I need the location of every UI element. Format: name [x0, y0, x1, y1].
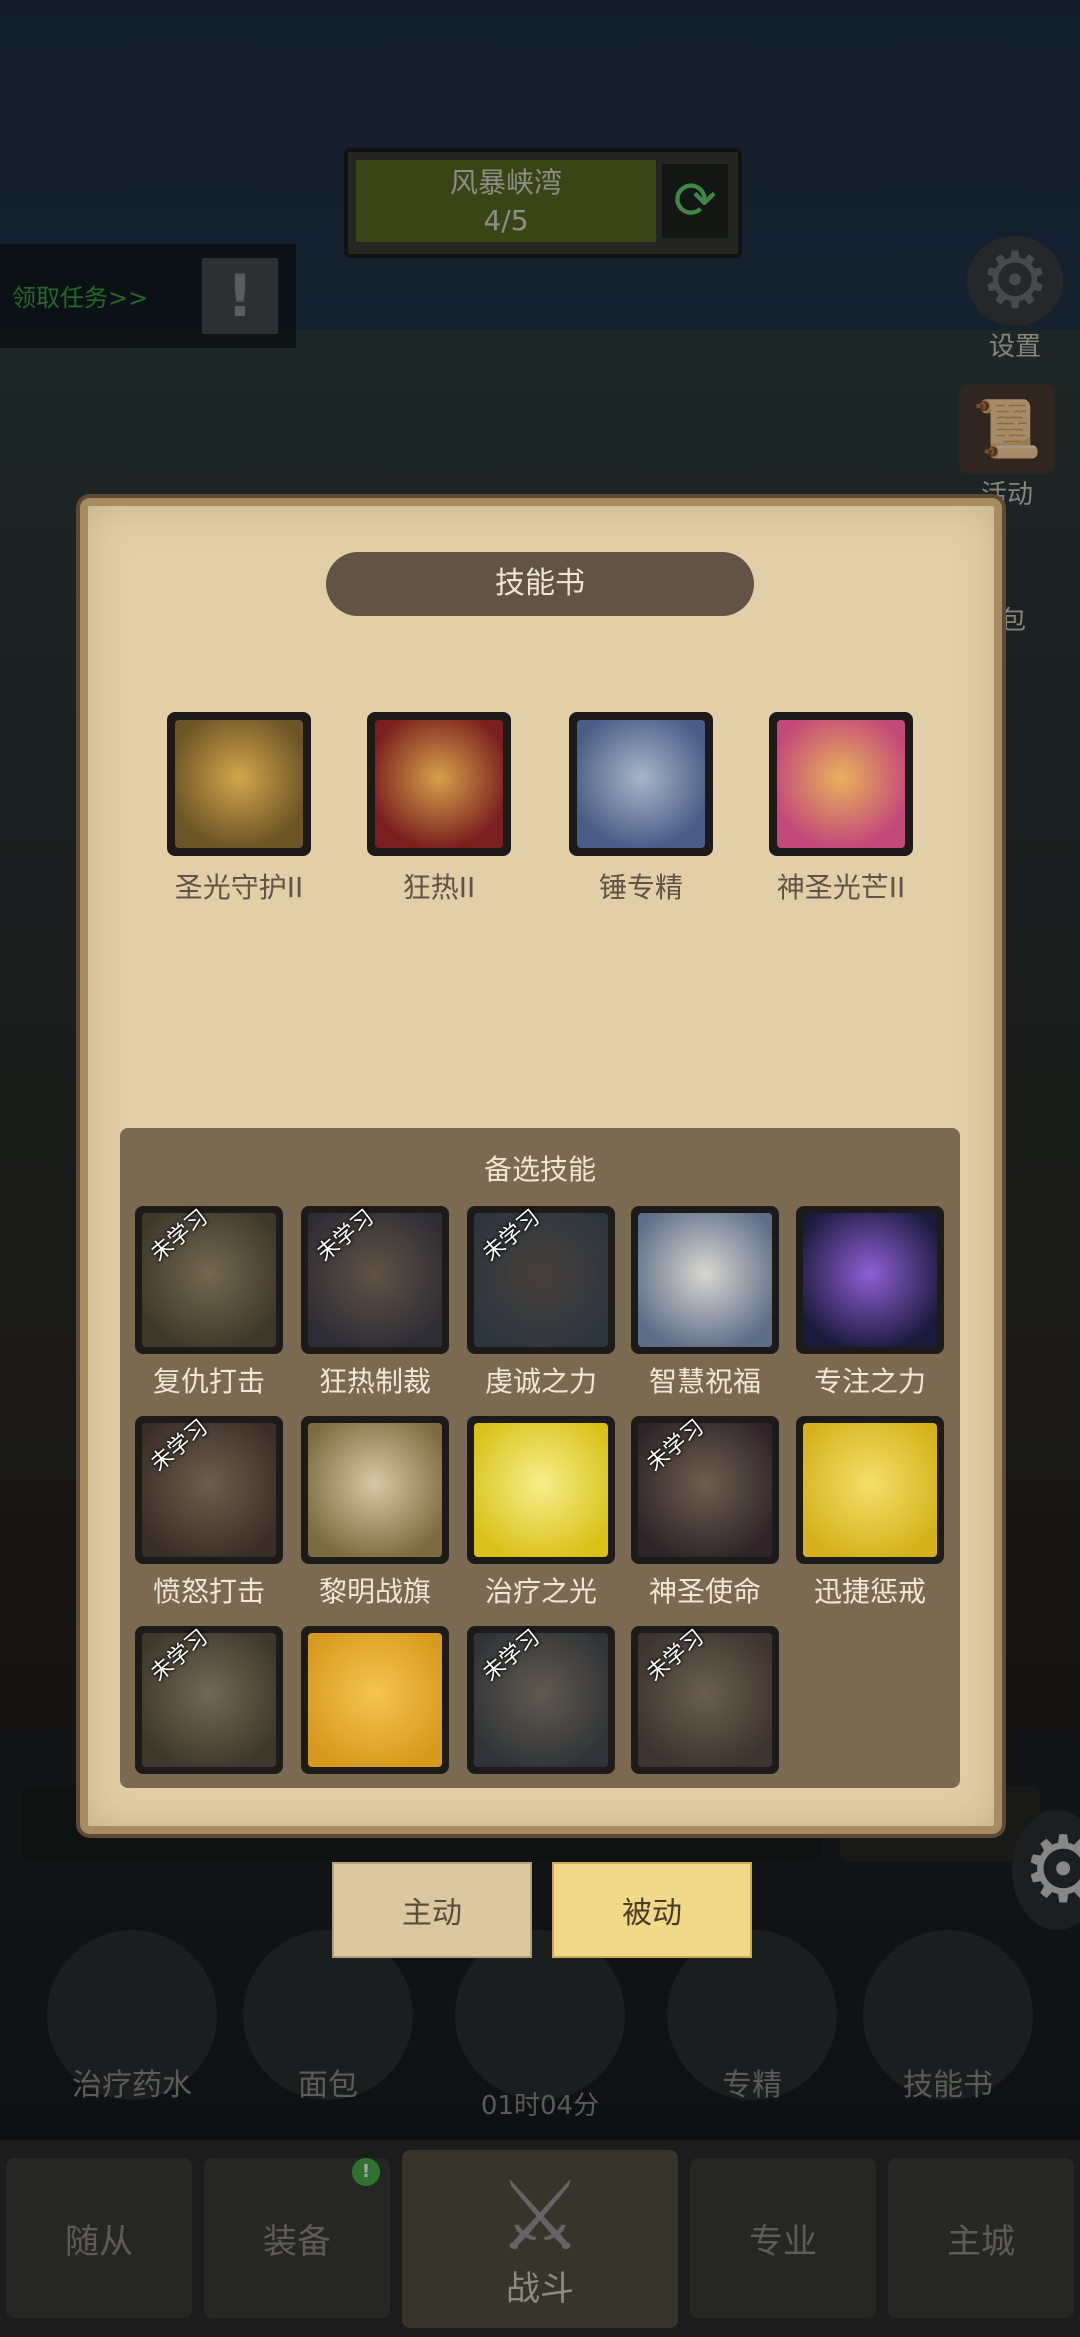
skill-frame: 未学习: [135, 1415, 283, 1564]
skill-label: 专注之力: [813, 1365, 926, 1398]
skill-icon: [577, 720, 705, 848]
skill-label: 圣光守护II: [174, 871, 304, 904]
skill-label: 愤怒打击: [152, 1575, 265, 1608]
alternate-skill[interactable]: 黎明战旗: [300, 1416, 450, 1610]
alternate-skill[interactable]: 迅捷惩戒: [795, 1416, 945, 1610]
skill-icon: [474, 1423, 608, 1557]
alternate-skill[interactable]: 未学习: [134, 1625, 284, 1774]
equipped-skill[interactable]: 神圣光芒II: [766, 712, 916, 906]
skill-icon: [777, 720, 905, 848]
skill-icon: [803, 1213, 937, 1347]
skill-label: 狂热II: [402, 871, 476, 904]
skill-frame: 未学习: [467, 1205, 615, 1354]
tab-active-skills[interactable]: 主动: [332, 1862, 532, 1958]
skill-frame: [569, 712, 713, 856]
equipped-skill[interactable]: 圣光守护II: [164, 712, 314, 906]
panel-title: 技能书: [326, 552, 754, 616]
skill-label: 黎明战旗: [318, 1575, 431, 1608]
skill-frame: [167, 712, 311, 856]
skill-frame: [367, 712, 511, 856]
skill-frame: 未学习: [135, 1625, 283, 1774]
skill-label: 智慧祝福: [648, 1365, 761, 1398]
skill-frame: [301, 1416, 449, 1564]
alternate-skill[interactable]: 未学习 虔诚之力: [466, 1205, 616, 1400]
skill-label: 狂热制裁: [318, 1365, 431, 1398]
alternate-skills-title: 备选技能: [483, 1153, 596, 1186]
skill-label: 神圣光芒II: [776, 871, 906, 904]
skill-frame: 未学习: [631, 1625, 779, 1774]
equipped-skill[interactable]: 狂热II: [364, 712, 514, 906]
skill-icon: [308, 1423, 442, 1557]
alternate-skill[interactable]: 智慧祝福: [630, 1206, 780, 1400]
alternate-skill[interactable]: [300, 1626, 450, 1774]
skill-icon: [175, 720, 303, 848]
skill-frame: 未学习: [467, 1625, 615, 1774]
skill-frame: [769, 712, 913, 856]
skill-label: 神圣使命: [648, 1575, 761, 1608]
skill-icon: [308, 1633, 442, 1767]
skill-icon: [638, 1213, 772, 1347]
alternate-skill[interactable]: 未学习 复仇打击: [134, 1205, 284, 1400]
skill-frame: [301, 1626, 449, 1774]
alternate-skill[interactable]: 未学习 愤怒打击: [134, 1415, 284, 1610]
alternate-skill[interactable]: 未学习: [466, 1625, 616, 1774]
alternate-skill[interactable]: 治疗之光: [466, 1416, 616, 1610]
skill-frame: 未学习: [135, 1205, 283, 1354]
skill-label: 治疗之光: [484, 1575, 597, 1608]
skill-frame: 未学习: [301, 1205, 449, 1354]
tab-passive-skills[interactable]: 被动: [552, 1862, 752, 1958]
alternate-skill[interactable]: 未学习: [630, 1625, 780, 1774]
skill-label: 复仇打击: [152, 1365, 265, 1398]
skill-frame: [796, 1416, 944, 1564]
skill-icon: [803, 1423, 937, 1557]
skill-frame: 未学习: [631, 1415, 779, 1564]
skill-frame: [467, 1416, 615, 1564]
alternate-skill[interactable]: 未学习 狂热制裁: [300, 1205, 450, 1400]
skill-icon: [375, 720, 503, 848]
skill-frame: [631, 1206, 779, 1354]
alternate-skill[interactable]: 专注之力: [795, 1206, 945, 1400]
alternate-skill[interactable]: 未学习 神圣使命: [630, 1415, 780, 1610]
skill-label: 迅捷惩戒: [813, 1575, 926, 1608]
skill-label: 虔诚之力: [484, 1365, 597, 1398]
skill-frame: [796, 1206, 944, 1354]
skill-label: 锤专精: [598, 871, 683, 904]
equipped-skill[interactable]: 锤专精: [566, 712, 716, 906]
